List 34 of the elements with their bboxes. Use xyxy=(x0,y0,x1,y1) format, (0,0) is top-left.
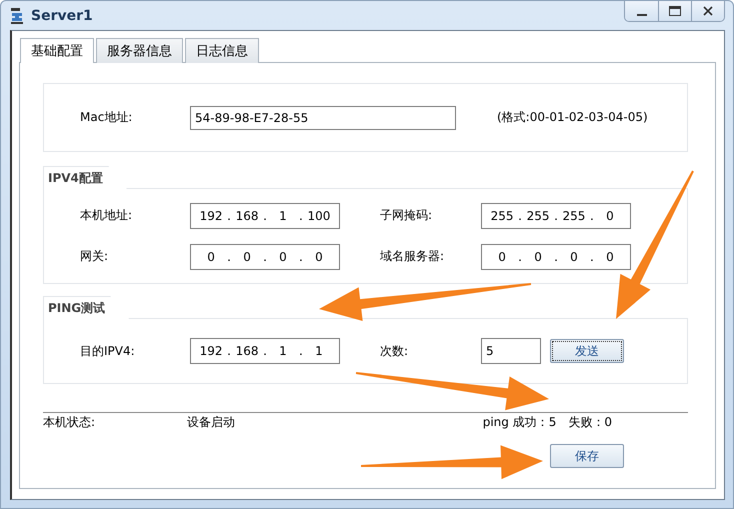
section-title: IPV4配置 xyxy=(43,166,127,189)
tab[interactable]: 基础配置 xyxy=(20,38,94,63)
status-label: 本机状态: xyxy=(43,414,96,431)
maximize-icon xyxy=(669,6,681,16)
save-button[interactable]: 保存 xyxy=(550,444,624,468)
field-label: 次数: xyxy=(379,342,410,360)
ping-success-count: ping 成功：5 xyxy=(482,414,556,431)
ip-address-field[interactable]: 0 . 0 . 0 . 0 xyxy=(481,244,631,270)
window-title: Server1 xyxy=(31,8,93,24)
count-field[interactable]: 5 xyxy=(481,338,541,364)
server-icon xyxy=(9,6,25,24)
ping-failure-count: 失败：0 xyxy=(568,414,612,431)
status-value: 设备启动 xyxy=(187,414,235,431)
minimize-icon xyxy=(636,14,646,16)
tab[interactable]: 服务器信息 xyxy=(96,38,183,63)
send-button[interactable]: 发送 xyxy=(550,339,624,363)
section-title: PING测试 xyxy=(43,296,130,319)
field-label: 本机地址: xyxy=(79,207,134,224)
ip-address-field[interactable]: 192 . 168 . 1 . 1 xyxy=(190,338,340,364)
format-hint: (格式:00-01-02-03-04-05) xyxy=(497,109,648,126)
ip-address-field[interactable]: 0 . 0 . 0 . 0 xyxy=(190,244,340,270)
field-label: 网关: xyxy=(79,248,110,265)
tab[interactable]: 日志信息 xyxy=(185,38,259,63)
close-button[interactable] xyxy=(691,1,724,21)
maximize-button[interactable] xyxy=(658,1,691,21)
close-icon xyxy=(703,6,713,16)
field-label: 目的IPV4: xyxy=(79,342,136,360)
ip-address-field[interactable]: 255 . 255 . 255 . 0 xyxy=(481,202,631,228)
mac-address-field[interactable]: 54-89-98-E7-28-55 xyxy=(190,106,456,130)
field-label: 子网掩码: xyxy=(379,207,434,224)
field-label: 域名服务器: xyxy=(379,248,446,265)
mac-label: Mac地址: xyxy=(79,109,134,126)
minimize-button[interactable] xyxy=(625,1,658,21)
ip-address-field[interactable]: 192 . 168 . 1 . 100 xyxy=(190,202,340,228)
